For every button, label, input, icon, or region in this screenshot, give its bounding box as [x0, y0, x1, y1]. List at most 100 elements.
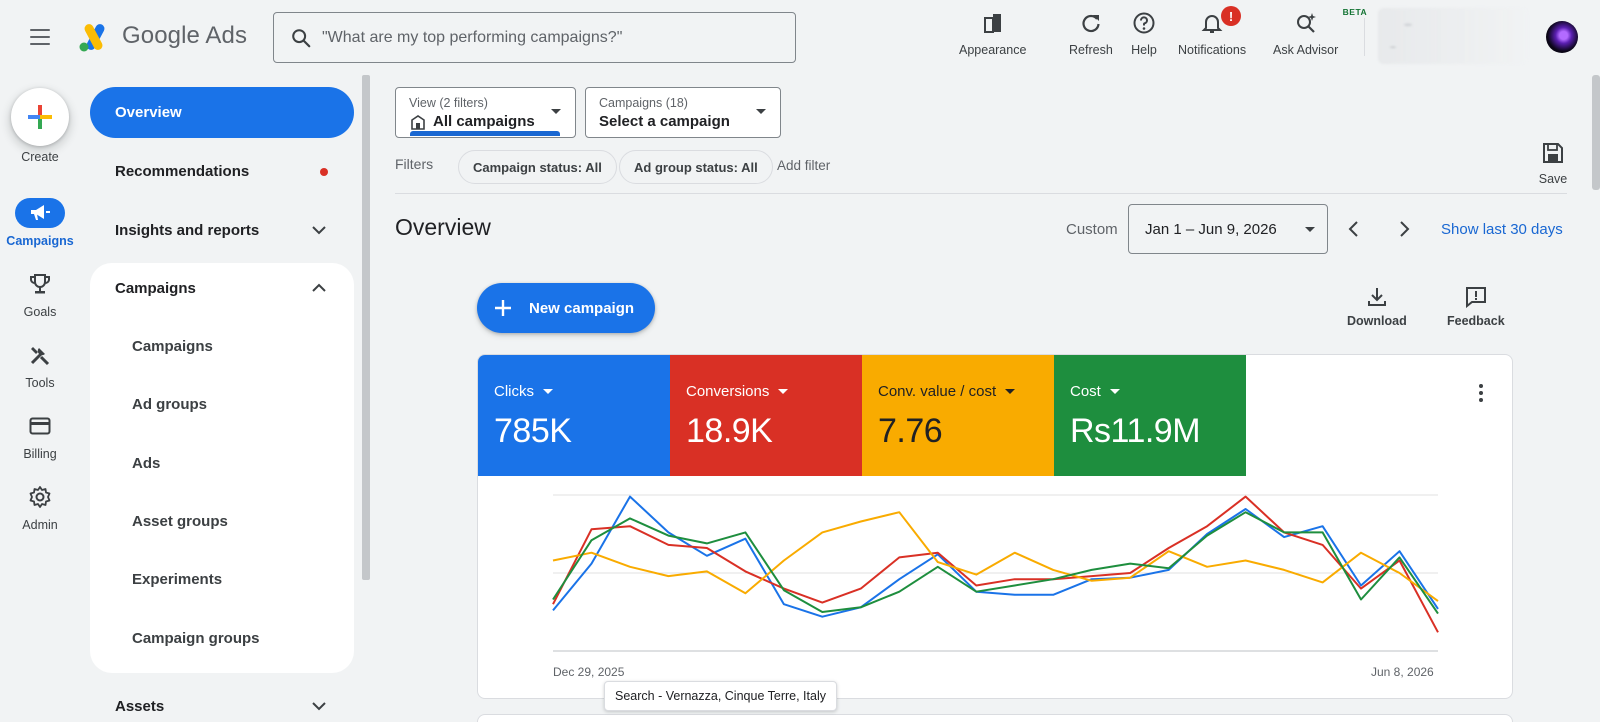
top-bar: Google Ads Appearance Refresh Help ! Not…: [0, 0, 1600, 74]
appearance-button[interactable]: Appearance: [959, 10, 1026, 60]
nav-recommendations-label: Recommendations: [115, 162, 250, 180]
metric-conversions-label: Conversions: [686, 383, 770, 400]
metric-clicks[interactable]: Clicks 785K: [478, 355, 670, 476]
next-period-button[interactable]: [1391, 216, 1417, 242]
caret-down-icon: [778, 389, 789, 394]
advisor-icon: BETA: [1293, 7, 1367, 36]
appearance-icon: [980, 10, 1006, 36]
search-box[interactable]: [273, 12, 796, 63]
nav-sub-campaigns[interactable]: Campaigns: [132, 338, 213, 355]
new-campaign-label: New campaign: [529, 299, 635, 317]
metric-cost-value: Rs11.9M: [1070, 412, 1201, 450]
performance-line-chart: [552, 494, 1439, 652]
view-filter-dropdown[interactable]: View (2 filters) All campaigns: [395, 87, 576, 138]
toolbar-divider: [1364, 18, 1365, 56]
filters-divider: [395, 193, 1567, 194]
nav-sub-ads[interactable]: Ads: [132, 455, 160, 472]
plus-icon: [28, 105, 52, 129]
nav-campaigns-toggle[interactable]: Campaigns: [90, 265, 354, 311]
nav-insights-and-reports[interactable]: Insights and reports: [90, 207, 354, 253]
view-filter-value: All campaigns: [433, 113, 535, 130]
rail-goals[interactable]: Goals: [0, 269, 80, 319]
nav-assets-label: Assets: [115, 697, 165, 715]
help-icon: [1131, 10, 1157, 36]
tools-icon: [15, 340, 65, 370]
nav-scrollbar[interactable]: [362, 75, 370, 580]
metric-clicks-label: Clicks: [494, 383, 534, 400]
save-button[interactable]: Save: [1538, 142, 1568, 186]
metric-clicks-value: 785K: [494, 412, 572, 450]
save-label: Save: [1538, 172, 1568, 186]
avatar[interactable]: [1546, 21, 1578, 53]
nav-sub-experiments[interactable]: Experiments: [132, 571, 222, 588]
create-button[interactable]: [11, 88, 69, 146]
refresh-label: Refresh: [1069, 43, 1113, 57]
ask-advisor-label: Ask Advisor: [1273, 43, 1339, 57]
nav-sub-ad-groups[interactable]: Ad groups: [132, 396, 207, 413]
performance-card: Clicks 785K Conversions 18.9K Conv. valu…: [477, 354, 1513, 699]
ad-group-status-chip[interactable]: Ad group status: All: [619, 150, 773, 184]
main-scrollbar[interactable]: [1592, 75, 1600, 190]
save-icon: [1543, 143, 1563, 163]
caret-down-icon: [1305, 227, 1315, 232]
metric-conv-value-cost-value: 7.76: [878, 412, 943, 450]
download-button[interactable]: Download: [1347, 286, 1407, 328]
ask-advisor-button[interactable]: BETA Ask Advisor: [1273, 7, 1367, 60]
account-info-blurred[interactable]: [1378, 8, 1528, 64]
x-axis-end-label: Jun 8, 2026: [1371, 665, 1434, 679]
download-icon: [1367, 288, 1386, 306]
campaign-selector-value: Select a campaign: [599, 113, 730, 130]
help-label: Help: [1131, 43, 1157, 57]
date-range-dropdown[interactable]: Jan 1 – Jun 9, 2026: [1128, 204, 1328, 254]
page-title: Overview: [395, 214, 491, 240]
building-icon: [411, 115, 425, 130]
appearance-label: Appearance: [959, 43, 1027, 57]
chevron-down-icon: [312, 226, 326, 235]
nav-recommendations[interactable]: Recommendations: [90, 148, 354, 194]
main-menu-button[interactable]: [24, 24, 56, 52]
nav-overview[interactable]: Overview: [90, 87, 354, 138]
help-button[interactable]: Help: [1131, 10, 1157, 60]
download-label: Download: [1347, 314, 1407, 328]
new-campaign-button[interactable]: New campaign: [477, 283, 655, 333]
show-last-30-days-link[interactable]: Show last 30 days: [1441, 221, 1563, 238]
nav-sub-campaign-groups[interactable]: Campaign groups: [132, 630, 260, 647]
rail-tools[interactable]: Tools: [0, 340, 80, 390]
rail-admin[interactable]: Admin: [0, 482, 80, 532]
feedback-label: Feedback: [1447, 314, 1505, 328]
metric-conv-value-cost-label: Conv. value / cost: [878, 383, 997, 400]
create-label: Create: [21, 150, 59, 164]
notifications-label: Notifications: [1178, 43, 1247, 57]
rail-campaigns-label: Campaigns: [6, 234, 74, 248]
add-filter-button[interactable]: Add filter: [777, 158, 830, 173]
nav-sub-asset-groups[interactable]: Asset groups: [132, 513, 228, 530]
rail-goals-label: Goals: [23, 305, 57, 319]
trophy-icon: [15, 269, 65, 299]
feedback-button[interactable]: Feedback: [1447, 286, 1505, 328]
metric-cost[interactable]: Cost Rs11.9M: [1054, 355, 1246, 476]
chevron-down-icon: [312, 702, 326, 711]
search-input[interactable]: [322, 28, 762, 47]
date-range-type: Custom: [1066, 221, 1118, 238]
beta-tag: BETA: [1342, 7, 1368, 17]
campaign-status-chip[interactable]: Campaign status: All: [458, 150, 617, 184]
metric-conversions[interactable]: Conversions 18.9K: [670, 355, 862, 476]
gear-icon: [15, 482, 65, 512]
metric-conv-value-cost[interactable]: Conv. value / cost 7.76: [862, 355, 1054, 476]
caret-down-icon: [551, 109, 561, 114]
feedback-icon: [1465, 287, 1486, 308]
more-options-icon[interactable]: [1471, 381, 1491, 405]
rail-campaigns[interactable]: Campaigns: [0, 198, 80, 248]
previous-period-button[interactable]: [1341, 216, 1367, 242]
google-ads-logo: [79, 24, 105, 52]
campaign-selector-caption: Campaigns (18): [599, 96, 688, 110]
card-icon: [15, 411, 65, 441]
view-filter-caption: View (2 filters): [409, 96, 488, 110]
x-axis-start-label: Dec 29, 2025: [553, 665, 625, 679]
campaign-selector-dropdown[interactable]: Campaigns (18) Select a campaign: [585, 87, 781, 138]
notifications-button[interactable]: ! Notifications: [1178, 6, 1247, 60]
rail-billing[interactable]: Billing: [0, 411, 80, 461]
refresh-button[interactable]: Refresh: [1069, 10, 1113, 60]
rail-tools-label: Tools: [25, 376, 55, 390]
nav-assets[interactable]: Assets: [90, 683, 354, 722]
